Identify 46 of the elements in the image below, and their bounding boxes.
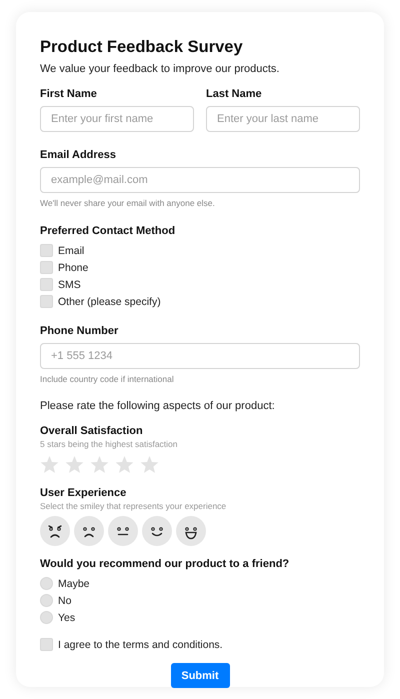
checkbox[interactable] [40, 278, 53, 291]
survey-title: Product Feedback Survey [40, 38, 244, 57]
field-label: Phone Number [40, 325, 120, 337]
group-label: Preferred Contact Method [40, 225, 176, 237]
question-hint: Select the smiley that represents your experience [40, 501, 228, 511]
option-label: SMS [58, 278, 81, 290]
input-field[interactable]: +1 555 1234 [40, 343, 360, 369]
smile-face-icon[interactable] [142, 516, 172, 546]
submit-button[interactable]: Submit [170, 663, 230, 688]
field-label: Last Name [206, 88, 263, 100]
radio-button[interactable] [40, 611, 53, 624]
input-field[interactable]: Enter your last name [206, 106, 360, 132]
option-label: No [58, 594, 72, 606]
checkbox[interactable] [40, 261, 53, 274]
input-field[interactable]: Enter your first name [40, 106, 194, 132]
question-hint: 5 stars being the highest satisfaction [40, 439, 178, 449]
radio-button[interactable] [40, 594, 53, 607]
option-label: Maybe [58, 578, 90, 590]
star-icon[interactable] [90, 456, 109, 474]
radio-button[interactable] [40, 577, 53, 590]
checkbox[interactable] [40, 295, 53, 308]
input-field[interactable]: example@mail.com [40, 167, 360, 193]
field-label: Email Address [40, 149, 118, 161]
neutral-face-icon[interactable] [108, 516, 138, 546]
option-label: Email [58, 244, 84, 256]
grin-face-icon[interactable] [176, 516, 206, 546]
field-hint: We'll never share your email with anyone else. [40, 198, 216, 208]
star-icon[interactable] [65, 456, 84, 474]
field-hint: Include country code if international [40, 374, 175, 384]
rating-intro: Please rate the following aspects of our product: [40, 400, 276, 412]
field-label: First Name [40, 88, 98, 100]
option-label: Other (please specify) [58, 296, 161, 308]
option-label: I agree to the terms and conditions. [58, 638, 223, 650]
star-icon[interactable] [40, 456, 59, 474]
checkbox[interactable] [40, 244, 53, 257]
star-icon[interactable] [140, 456, 159, 474]
question-label: User Experience [40, 487, 128, 499]
question-label: Overall Satisfaction [40, 425, 144, 437]
option-label: Phone [58, 262, 88, 274]
checkbox[interactable] [40, 638, 53, 651]
star-icon[interactable] [115, 456, 134, 474]
angry-face-icon[interactable] [40, 516, 70, 546]
question-label: Would you recommend our product to a friend? [40, 558, 290, 570]
survey-subtitle: We value your feedback to improve our products. [40, 63, 280, 75]
sad-face-icon[interactable] [74, 516, 104, 546]
option-label: Yes [58, 612, 76, 624]
